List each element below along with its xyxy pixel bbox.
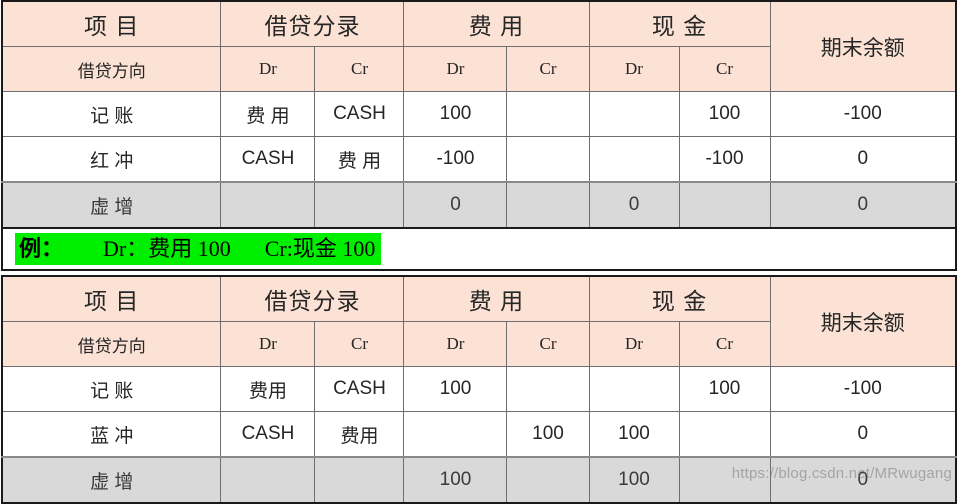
cell-expense-dr: 0 bbox=[403, 181, 508, 229]
row-label-record: 记 账 bbox=[1, 91, 222, 137]
cell-cash-cr bbox=[678, 411, 771, 458]
cell-journal-dr bbox=[220, 181, 316, 229]
row-label-red-reversal: 红 冲 bbox=[1, 136, 222, 183]
cell-cash-dr bbox=[588, 136, 680, 183]
header-journal-cr: Cr bbox=[314, 321, 405, 367]
header-item-title: 项 目 bbox=[1, 275, 222, 322]
table-header-top-row: 项 目 借贷分录 费 用 现 金 期末余额 bbox=[1, 0, 957, 92]
row-label-inflation: 虚 增 bbox=[1, 456, 222, 504]
cell-journal-cr: 费用 bbox=[314, 411, 405, 458]
header-journal-entry-title: 借贷分录 bbox=[220, 275, 405, 322]
cell-journal-dr: 费 用 bbox=[220, 91, 316, 137]
cell-ending-balance: -100 bbox=[769, 91, 957, 137]
cell-cash-dr bbox=[588, 366, 680, 412]
header-journal-cr: Cr bbox=[314, 46, 405, 92]
header-cash-title: 现 金 bbox=[588, 275, 771, 322]
cell-cash-cr: -100 bbox=[678, 136, 771, 183]
cell-ending-balance: 0 bbox=[769, 181, 957, 229]
cell-cash-cr: 100 bbox=[678, 366, 771, 412]
cell-cash-dr: 0 bbox=[588, 181, 680, 229]
cell-journal-dr bbox=[220, 456, 316, 504]
row-label-inflation: 虚 增 bbox=[1, 181, 222, 229]
cell-journal-dr: CASH bbox=[220, 411, 316, 458]
example-label: 例： bbox=[19, 236, 64, 261]
header-journal-dr: Dr bbox=[220, 321, 316, 367]
header-ending-balance: 期末余额 bbox=[769, 275, 957, 367]
header-expense-cr: Cr bbox=[506, 321, 590, 367]
header-cash-cr: Cr bbox=[678, 46, 771, 92]
row-label-record: 记 账 bbox=[1, 366, 222, 412]
cell-ending-balance: 0 bbox=[769, 456, 957, 504]
cell-expense-cr bbox=[506, 136, 590, 183]
cell-expense-dr: -100 bbox=[403, 136, 508, 183]
table-row: 记 账 费 用 CASH 100 100 -100 bbox=[1, 91, 957, 137]
header-direction-label: 借贷方向 bbox=[1, 321, 222, 367]
header-item-title: 项 目 bbox=[1, 0, 222, 47]
cell-journal-cr: 费 用 bbox=[314, 136, 405, 183]
cell-journal-cr: CASH bbox=[314, 366, 405, 412]
header-expense-title: 费 用 bbox=[403, 0, 590, 47]
header-expense-dr: Dr bbox=[403, 321, 508, 367]
table-row: 蓝 冲 CASH 费用 100 100 0 bbox=[1, 411, 957, 458]
table-row: 红 冲 CASH 费 用 -100 -100 0 bbox=[1, 136, 957, 183]
cell-expense-cr bbox=[506, 456, 590, 504]
cell-expense-dr: 100 bbox=[403, 366, 508, 412]
cell-journal-cr bbox=[314, 456, 405, 504]
header-cash-title: 现 金 bbox=[588, 0, 771, 47]
cell-journal-dr: CASH bbox=[220, 136, 316, 183]
header-cash-dr: Dr bbox=[588, 321, 680, 367]
header-direction-label: 借贷方向 bbox=[1, 46, 222, 92]
cell-expense-cr: 100 bbox=[506, 411, 590, 458]
cell-ending-balance: -100 bbox=[769, 366, 957, 412]
table-row: 虚 增 0 0 0 bbox=[1, 181, 957, 229]
cell-ending-balance: 0 bbox=[769, 136, 957, 183]
red-reversal-table: 项 目 借贷分录 费 用 现 金 期末余额 借贷方向 Dr Cr Dr Cr D… bbox=[0, 0, 958, 229]
cell-cash-dr: 100 bbox=[588, 456, 680, 504]
blue-reversal-table: 项 目 借贷分录 费 用 现 金 期末余额 借贷方向 Dr Cr Dr Cr D… bbox=[0, 275, 958, 504]
header-expense-title: 费 用 bbox=[403, 275, 590, 322]
example-row: 例： Dr：费用 100 Cr:现金 100 bbox=[1, 229, 957, 271]
cell-expense-dr: 100 bbox=[403, 91, 508, 137]
cell-expense-cr bbox=[506, 181, 590, 229]
cell-cash-cr bbox=[678, 456, 771, 504]
cell-cash-dr bbox=[588, 91, 680, 137]
row-label-blue-reversal: 蓝 冲 bbox=[1, 411, 222, 458]
table-row: 虚 增 100 100 0 bbox=[1, 456, 957, 504]
header-expense-dr: Dr bbox=[403, 46, 508, 92]
cell-expense-dr bbox=[403, 411, 508, 458]
cell-journal-cr bbox=[314, 181, 405, 229]
cell-expense-cr bbox=[506, 366, 590, 412]
cell-expense-cr bbox=[506, 91, 590, 137]
header-cash-dr: Dr bbox=[588, 46, 680, 92]
header-journal-entry-title: 借贷分录 bbox=[220, 0, 405, 47]
cell-expense-dr: 100 bbox=[403, 456, 508, 504]
example-highlight: 例： Dr：费用 100 Cr:现金 100 bbox=[15, 233, 382, 265]
header-cash-cr: Cr bbox=[678, 321, 771, 367]
example-debit: Dr：费用 100 bbox=[103, 236, 231, 261]
accounting-reversal-comparison-page: 项 目 借贷分录 费 用 现 金 期末余额 借贷方向 Dr Cr Dr Cr D… bbox=[0, 0, 958, 504]
header-expense-cr: Cr bbox=[506, 46, 590, 92]
cell-journal-cr: CASH bbox=[314, 91, 405, 137]
header-ending-balance: 期末余额 bbox=[769, 0, 957, 92]
example-credit: Cr:现金 100 bbox=[264, 236, 376, 261]
cell-journal-dr: 费用 bbox=[220, 366, 316, 412]
header-journal-dr: Dr bbox=[220, 46, 316, 92]
cell-cash-dr: 100 bbox=[588, 411, 680, 458]
table-header-top-row: 项 目 借贷分录 费 用 现 金 期末余额 bbox=[1, 275, 957, 367]
cell-cash-cr: 100 bbox=[678, 91, 771, 137]
cell-cash-cr bbox=[678, 181, 771, 229]
table-row: 记 账 费用 CASH 100 100 -100 bbox=[1, 366, 957, 412]
cell-ending-balance: 0 bbox=[769, 411, 957, 458]
